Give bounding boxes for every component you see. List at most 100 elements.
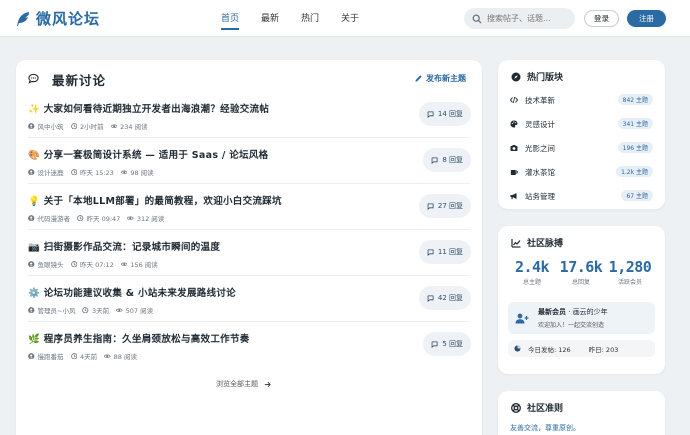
nav-latest[interactable]: 最新 bbox=[261, 11, 279, 30]
reply-count: 8 回复 bbox=[442, 156, 463, 164]
post-title-text: 扫街摄影作品交流：记录城市瞬间的温度 bbox=[43, 242, 221, 253]
author-name: 设计迷鹿 bbox=[37, 169, 64, 177]
user-icon bbox=[28, 306, 35, 314]
daily-stats: 今日发帖: 126 昨日: 203 bbox=[508, 340, 655, 357]
nav-about[interactable]: 关于 bbox=[341, 11, 359, 30]
post-views: 234 阅读 bbox=[110, 121, 148, 131]
comment-icon bbox=[427, 202, 434, 210]
post-author[interactable]: 风中小筑 bbox=[28, 121, 64, 131]
post-author[interactable]: 鱼眼镜头 bbox=[28, 259, 64, 269]
views-text: 88 阅读 bbox=[113, 353, 137, 361]
compass-icon bbox=[511, 72, 521, 81]
board-topic-count: 1.2k 主题 bbox=[616, 166, 653, 177]
post-views: 312 阅读 bbox=[127, 213, 164, 223]
post-title-text: 论坛功能建议收集 & 小站未来发展路线讨论 bbox=[43, 288, 236, 299]
views-text: 312 阅读 bbox=[136, 215, 165, 223]
clock-icon bbox=[77, 214, 84, 222]
post-title[interactable]: 📷 扫街摄影作品交流：记录城市瞬间的温度 bbox=[28, 239, 220, 253]
logo[interactable]: 微风论坛 bbox=[15, 8, 100, 29]
clock-icon bbox=[70, 260, 77, 268]
reply-count: 14 回复 bbox=[437, 110, 463, 118]
post-title[interactable]: ✨ 大家如何看待近期独立开发者出海浪潮？经验交流帖 bbox=[28, 101, 269, 115]
top-header: 微风论坛 首页 最新 热门 关于 登录 注册 bbox=[0, 0, 690, 37]
post-title-text: 程序员养生指南：久坐肩颈放松与高效工作节奏 bbox=[43, 334, 250, 345]
board-item[interactable]: 灵感设计 341 主题 bbox=[510, 116, 653, 132]
reply-count-badge[interactable]: 27 回复 bbox=[418, 194, 471, 218]
megaphone-icon bbox=[510, 193, 517, 200]
login-button[interactable]: 登录 bbox=[584, 10, 619, 27]
post-item[interactable]: 🌿 程序员养生指南：久坐肩颈放松与高效工作节奏慢跑番茄 4天前 88 阅读 5 回复 bbox=[28, 322, 471, 368]
feather-icon bbox=[17, 11, 29, 26]
comment-icon bbox=[427, 294, 434, 302]
post-views: 98 阅读 bbox=[120, 167, 154, 177]
board-topic-count: 341 主题 bbox=[617, 118, 653, 129]
panel-header: 最新讨论 发布新主题 bbox=[16, 60, 482, 96]
new-post-button[interactable]: 发布新主题 bbox=[414, 73, 466, 84]
reply-count-badge[interactable]: 8 回复 bbox=[423, 148, 471, 172]
stat-label: 总主题 bbox=[522, 279, 541, 286]
board-item[interactable]: 技术革新 842 主题 bbox=[510, 92, 653, 108]
post-emoji: 🎨 bbox=[28, 150, 41, 161]
register-button[interactable]: 注册 bbox=[627, 10, 666, 27]
post-meta: 慢跑番茄 4天前 88 阅读 bbox=[28, 351, 144, 361]
board-name: 光影之间 bbox=[525, 143, 555, 153]
rules-title: 社区准则 bbox=[511, 401, 563, 414]
stat-topics: 2.4k 总主题 bbox=[507, 258, 557, 286]
post-item[interactable]: ⚙️ 论坛功能建议收集 & 小站未来发展路线讨论管理员~小风 3天前 507 阅读 4… bbox=[28, 276, 471, 322]
post-title[interactable]: ⚙️ 论坛功能建议收集 & 小站未来发展路线讨论 bbox=[28, 285, 236, 299]
reply-count-badge[interactable]: 14 回复 bbox=[418, 102, 471, 126]
post-meta: 设计迷鹿 昨天 15:23 98 阅读 bbox=[28, 167, 161, 177]
post-title[interactable]: 💡 关于「本地LLM部署」的最简教程，欢迎小白交流踩坑 bbox=[28, 193, 282, 207]
post-title[interactable]: 🎨 分享一套极简设计系统 — 适用于 Saas / 论坛风格 bbox=[28, 147, 268, 161]
post-time: 昨天 09:47 bbox=[77, 213, 120, 223]
yesterday-posts: 昨日: 203 bbox=[588, 345, 619, 354]
post-item[interactable]: 🎨 分享一套极简设计系统 — 适用于 Saas / 论坛风格设计迷鹿 昨天 15:… bbox=[28, 138, 471, 184]
board-item[interactable]: 站务管理 67 主题 bbox=[510, 188, 653, 204]
comment-icon bbox=[427, 110, 434, 118]
stat-value: 17.6k bbox=[559, 258, 603, 276]
post-author[interactable]: 设计迷鹿 bbox=[28, 167, 64, 177]
stat-members: 1,280 活跃会员 bbox=[605, 258, 655, 286]
post-meta: 管理员~小风 3天前 507 阅读 bbox=[28, 305, 160, 315]
latest-discussions-panel: 最新讨论 发布新主题 ✨ 大家如何看待近期独立开发者出海浪潮？经验交流帖风中小筑… bbox=[16, 60, 482, 435]
reply-count-badge[interactable]: 11 回复 bbox=[418, 240, 471, 264]
post-author[interactable]: 慢跑番茄 bbox=[28, 351, 64, 361]
nav-hot[interactable]: 热门 bbox=[301, 11, 319, 30]
post-item[interactable]: 💡 关于「本地LLM部署」的最简教程，欢迎小白交流踩坑代码漫游者 昨天 09:47… bbox=[28, 184, 471, 230]
post-title-text: 关于「本地LLM部署」的最简教程，欢迎小白交流踩坑 bbox=[43, 196, 282, 207]
post-meta: 代码漫游者 昨天 09:47 312 阅读 bbox=[28, 213, 171, 223]
time-text: 昨天 09:47 bbox=[86, 215, 121, 223]
newest-member-box[interactable]: 最新会员 · 画云的少年 欢迎加入！一起交流创造 bbox=[508, 302, 655, 334]
panel-title: 最新讨论 bbox=[52, 73, 107, 88]
post-author[interactable]: 管理员~小风 bbox=[28, 305, 75, 315]
post-time: 4天前 bbox=[70, 351, 97, 361]
rules-text: 友善交流，尊重原创。 bbox=[510, 424, 580, 432]
post-title[interactable]: 🌿 程序员养生指南：久坐肩颈放松与高效工作节奏 bbox=[28, 331, 250, 345]
clock-icon bbox=[82, 306, 89, 314]
post-author[interactable]: 代码漫游者 bbox=[28, 213, 70, 223]
post-item[interactable]: ✨ 大家如何看待近期独立开发者出海浪潮？经验交流帖风中小筑 2小时前 234 阅读 1… bbox=[28, 92, 471, 138]
stat-value: 2.4k bbox=[514, 258, 550, 276]
board-item[interactable]: 灌水茶馆 1.2k 主题 bbox=[510, 164, 653, 180]
palette-icon bbox=[510, 120, 518, 128]
community-rules-card: 社区准则 友善交流，尊重原创。 bbox=[498, 391, 665, 435]
reply-count-badge[interactable]: 42 回复 bbox=[418, 286, 471, 310]
browse-all-topics-link[interactable]: 浏览全部主题 bbox=[216, 379, 271, 389]
board-item[interactable]: 光影之间 196 主题 bbox=[510, 140, 653, 156]
board-name: 灵感设计 bbox=[525, 119, 555, 129]
user-icon bbox=[28, 168, 35, 176]
post-item[interactable]: 📷 扫街摄影作品交流：记录城市瞬间的温度 鱼眼镜头 昨天 07:12 156 阅读 11… bbox=[28, 230, 471, 276]
eye-icon bbox=[120, 170, 128, 174]
new-post-label: 发布新主题 bbox=[426, 74, 466, 83]
author-name: 风中小筑 bbox=[37, 123, 64, 131]
stat-label: 活跃会员 bbox=[617, 279, 642, 286]
search-input[interactable] bbox=[487, 14, 572, 23]
post-time: 昨天 15:23 bbox=[70, 167, 114, 177]
board-topic-count: 196 主题 bbox=[617, 142, 653, 153]
reply-count-badge[interactable]: 5 回复 bbox=[423, 332, 471, 356]
hot-boards-title: 热门版块 bbox=[511, 70, 563, 83]
hot-boards-card: 热门版块 技术革新 842 主题灵感设计 341 主题光影之间 196 主题灌水茶馆 1… bbox=[498, 60, 665, 209]
nav-home[interactable]: 首页 bbox=[221, 11, 240, 30]
time-text: 2小时前 bbox=[80, 123, 104, 131]
board-name: 灌水茶馆 bbox=[525, 167, 555, 177]
